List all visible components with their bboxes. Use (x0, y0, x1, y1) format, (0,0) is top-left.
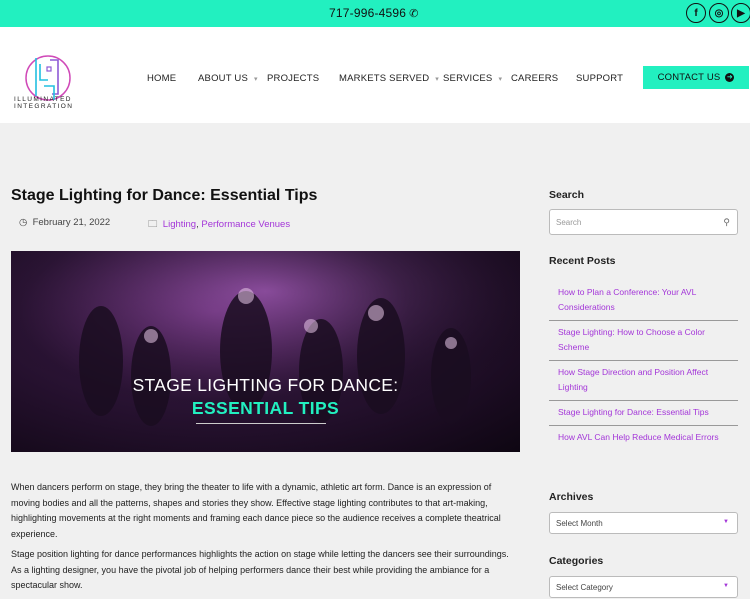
clock-icon: ◷ (19, 217, 28, 228)
nav-markets-label: MARKETS SERVED (339, 73, 430, 84)
post-date-text: February 21, 2022 (32, 217, 111, 228)
chevron-down-icon: ▾ (435, 76, 439, 83)
categories-select[interactable]: Select Category ▼ (549, 576, 738, 598)
brand-line1: ILLUMINATED (14, 96, 72, 103)
recent-posts-heading: Recent Posts (549, 255, 616, 267)
nav-careers[interactable]: CAREERS (511, 73, 558, 84)
chevron-down-icon: ▾ (254, 76, 258, 83)
categories-select-value: Select Category (556, 583, 613, 592)
article-paragraph-1: When dancers perform on stage, they brin… (11, 482, 501, 539)
search-input[interactable]: Search ⚲ (549, 209, 738, 235)
hero-image: STAGE LIGHTING FOR DANCE: ESSENTIAL TIPS (11, 251, 520, 452)
hero-headline: STAGE LIGHTING FOR DANCE: (132, 375, 399, 395)
contact-us-label: CONTACT US (657, 72, 721, 83)
nav-support-label: SUPPORT (576, 73, 624, 84)
nav-about-label: ABOUT US (198, 73, 248, 84)
brand-line2: INTEGRATION (14, 103, 74, 110)
arrow-right-icon: ➜ (725, 73, 735, 82)
phone-icon: ✆ (409, 8, 419, 20)
search-placeholder: Search (556, 218, 582, 227)
categories-heading: Categories (549, 555, 604, 567)
category-link-performance-venues[interactable]: Performance Venues (201, 219, 290, 230)
recent-post-link[interactable]: How to Plan a Conference: Your AVL Consi… (549, 281, 738, 321)
recent-post-link[interactable]: How AVL Can Help Reduce Medical Errors (549, 426, 738, 450)
page-title: Stage Lighting for Dance: Essential Tips (11, 187, 318, 204)
hero-subheadline: ESSENTIAL TIPS (191, 398, 340, 418)
nav-projects-label: PROJECTS (267, 73, 320, 84)
brand-name: ILLUMINATED INTEGRATION (14, 96, 86, 110)
nav-services[interactable]: SERVICES ▾ (443, 73, 502, 84)
post-date: ◷ February 21, 2022 (19, 217, 110, 228)
archives-select-value: Select Month (556, 519, 603, 528)
article-paragraph-2: Stage position lighting for dance perfor… (11, 549, 509, 590)
nav-projects[interactable]: PROJECTS (267, 73, 319, 84)
hero-divider (196, 423, 326, 424)
search-icon[interactable]: ⚲ (723, 217, 730, 228)
chevron-down-icon: ▼ (723, 519, 729, 525)
phone-number[interactable]: 717-996-4596 ✆ (329, 6, 419, 20)
nav-support[interactable]: SUPPORT (576, 73, 623, 84)
archives-heading: Archives (549, 491, 594, 503)
search-heading: Search (549, 189, 585, 201)
recent-post-link[interactable]: How Stage Direction and Position Affect … (549, 361, 738, 401)
recent-posts-list: How to Plan a Conference: Your AVL Consi… (549, 281, 738, 450)
facebook-icon[interactable]: f (686, 3, 706, 23)
instagram-icon[interactable]: ◎ (709, 3, 729, 23)
nav-careers-label: CAREERS (511, 73, 559, 84)
archives-select[interactable]: Select Month ▼ (549, 512, 738, 534)
nav-about[interactable]: ABOUT US ▾ (198, 73, 258, 84)
phone-text[interactable]: 717-996-4596 (329, 6, 406, 20)
folder-icon: 🗀 (148, 219, 158, 230)
top-bar: 717-996-4596 ✆ f ◎ ▶ (0, 0, 750, 27)
category-link-lighting[interactable]: Lighting (163, 219, 196, 230)
chevron-down-icon: ▾ (498, 76, 503, 83)
contact-us-button[interactable]: CONTACT US ➜ (643, 66, 749, 89)
post-categories: 🗀 Lighting, Performance Venues (148, 217, 290, 233)
dancers-image (11, 251, 520, 452)
nav-markets[interactable]: MARKETS SERVED ▾ (339, 73, 439, 84)
youtube-icon[interactable]: ▶ (731, 3, 750, 23)
site-header: ILLUMINATED INTEGRATION HOME ABOUT US ▾ P… (0, 27, 750, 123)
nav-home-label: HOME (147, 73, 177, 84)
recent-post-link[interactable]: Stage Lighting: How to Choose a Color Sc… (549, 321, 738, 361)
chevron-down-icon: ▼ (723, 583, 729, 589)
nav-home[interactable]: HOME (147, 73, 176, 84)
recent-post-link[interactable]: Stage Lighting for Dance: Essential Tips (549, 401, 738, 426)
nav-services-label: SERVICES (443, 73, 493, 84)
